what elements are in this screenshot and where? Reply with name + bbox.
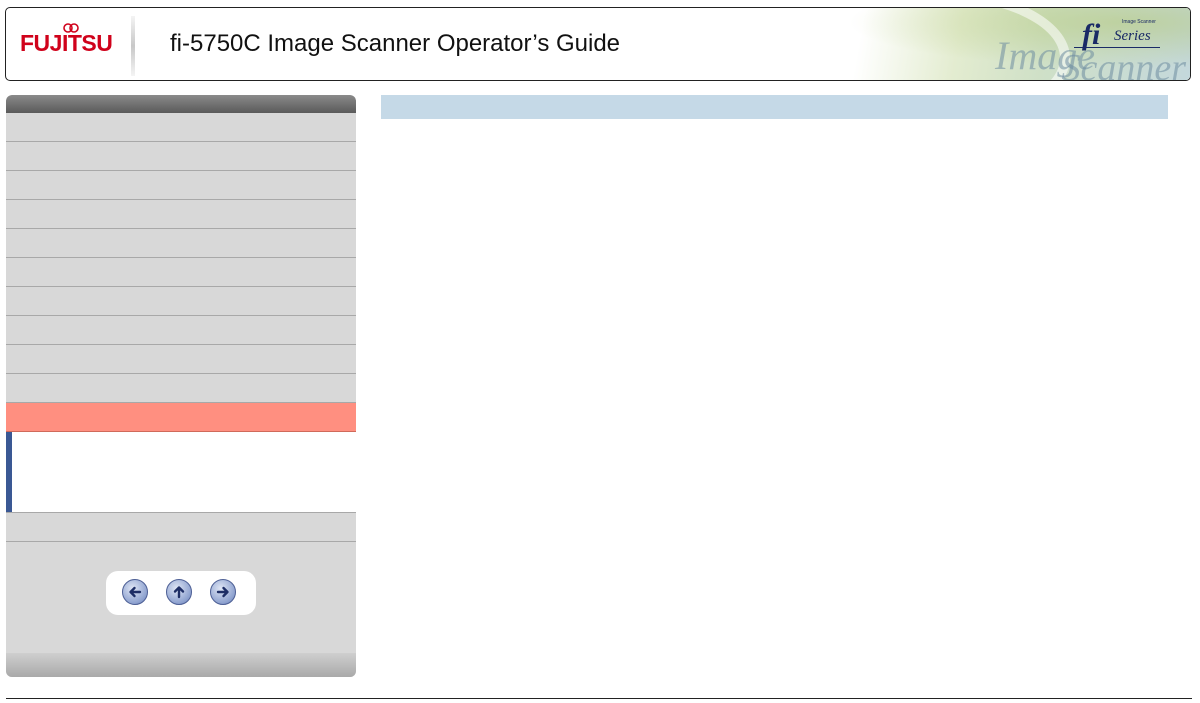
sidebar-item-7[interactable] — [6, 287, 356, 316]
fi-series-banner: Image Scanner fi Series Image Scanner — [770, 8, 1190, 80]
banner-word-scanner: Scanner — [1061, 47, 1186, 81]
badge-tiny-text: Image Scanner — [1122, 19, 1156, 25]
logo-rings-icon — [63, 23, 79, 33]
sidebar-item-4[interactable] — [6, 200, 356, 229]
badge-series: Series — [1114, 28, 1151, 44]
sidebar-item-3[interactable] — [6, 171, 356, 200]
page-title: fi-5750C Image Scanner Operator’s Guide — [170, 30, 621, 57]
sidebar-item-10[interactable] — [6, 374, 356, 403]
footer-divider — [6, 698, 1192, 699]
arrow-up-icon — [173, 586, 185, 599]
logo-divider — [131, 16, 135, 76]
sidebar-item-5[interactable] — [6, 229, 356, 258]
previous-page-button[interactable] — [122, 579, 148, 605]
fujitsu-logo: FUJITSU — [20, 23, 113, 57]
header: FUJITSU fi-5750C Image Scanner Operator’… — [5, 7, 1191, 81]
sidebar-item-9[interactable] — [6, 345, 356, 374]
sidebar-item-active[interactable] — [6, 403, 356, 432]
badge-underline — [1074, 47, 1160, 48]
sidebar-item-12[interactable] — [6, 512, 356, 542]
next-page-button[interactable] — [210, 579, 236, 605]
sidebar-header — [6, 95, 356, 113]
arrow-left-icon — [129, 586, 142, 598]
page-navigation-controls — [106, 571, 256, 615]
content-header-bar — [381, 95, 1168, 119]
sidebar-item-2[interactable] — [6, 142, 356, 171]
sidebar-item-8[interactable] — [6, 316, 356, 345]
up-page-button[interactable] — [166, 579, 192, 605]
fi-series-badge: fi Series Image Scanner — [1052, 16, 1162, 51]
sidebar-item-1[interactable] — [6, 113, 356, 142]
sidebar-footer — [6, 653, 356, 677]
sidebar-nav — [6, 95, 356, 677]
arrow-right-icon — [216, 586, 229, 598]
sidebar-item-6[interactable] — [6, 258, 356, 287]
sidebar-subitems — [6, 432, 356, 512]
